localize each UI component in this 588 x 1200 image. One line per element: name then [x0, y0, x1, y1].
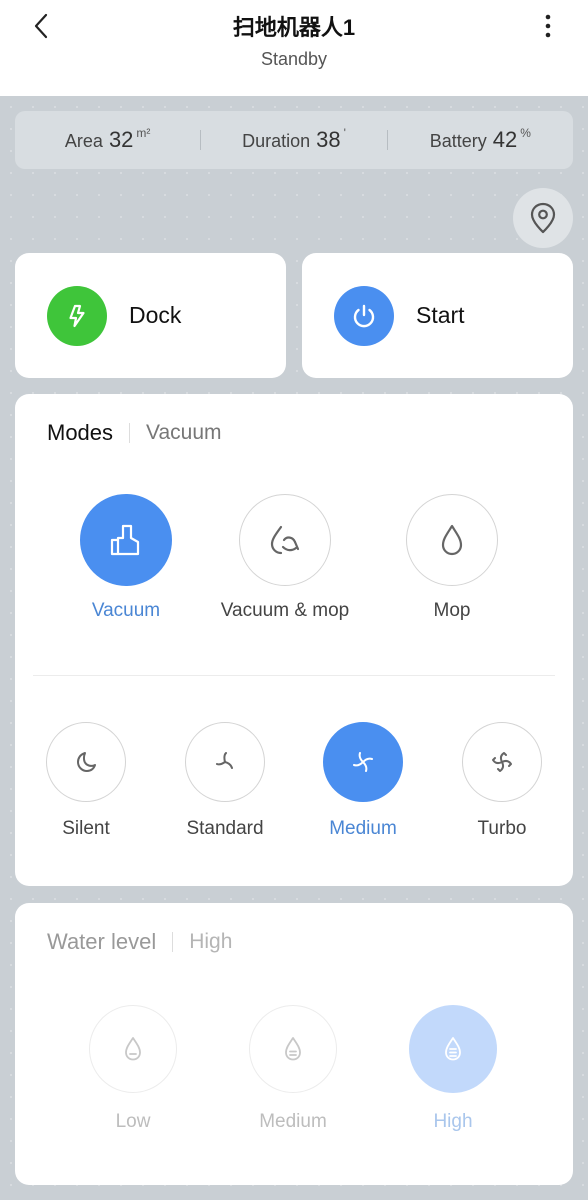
- water-label: Medium: [259, 1111, 327, 1132]
- modes-header: Modes Vacuum: [47, 420, 222, 446]
- location-pin-icon: [530, 202, 556, 234]
- water-label: High: [433, 1111, 473, 1132]
- suction-circle: [323, 722, 403, 802]
- water-option-high[interactable]: High: [403, 1005, 503, 1133]
- moon-icon: [77, 752, 96, 772]
- suction-option-standard[interactable]: Standard: [170, 722, 280, 840]
- stat-duration: Duration 38 ': [201, 126, 386, 153]
- drop-low-icon: [125, 1037, 141, 1061]
- app-header: 扫地机器人1 Standby: [0, 0, 588, 96]
- water-circle: [409, 1005, 497, 1093]
- start-button[interactable]: Start: [302, 253, 573, 378]
- dock-icon-circle: [47, 285, 107, 346]
- mode-option-vacuum-mop[interactable]: Vacuum & mop: [210, 494, 360, 622]
- suction-circle: [185, 722, 265, 802]
- mode-option-vacuum[interactable]: Vacuum: [69, 494, 183, 622]
- locate-button[interactable]: [513, 188, 573, 248]
- fan-icon: [216, 752, 233, 769]
- mode-option-mop[interactable]: Mop: [395, 494, 509, 622]
- device-status: Standby: [260, 49, 328, 69]
- water-label: Low: [115, 1111, 151, 1132]
- water-level-card: Water level High Low Medium High: [15, 903, 573, 1185]
- vacuum-mop-icon: [270, 525, 300, 555]
- modes-card: Modes Vacuum Vacuum Vacuum & mop Mop Sil…: [15, 394, 573, 886]
- water-drop-icon: [441, 524, 463, 556]
- stats-bar: Area 32 m² Duration 38 ' Battery 42 %: [15, 111, 573, 169]
- header-divider: [129, 423, 131, 443]
- fan-icon: [353, 752, 373, 772]
- suction-option-turbo[interactable]: Turbo: [452, 722, 552, 840]
- power-icon: [353, 304, 375, 327]
- mode-label: Mop: [433, 600, 471, 621]
- dock-button[interactable]: Dock: [15, 253, 286, 378]
- drop-high-icon: [445, 1037, 461, 1061]
- stat-value: 38: [316, 127, 341, 152]
- suction-circle: [46, 722, 126, 802]
- stat-label: Battery: [429, 131, 487, 151]
- lightning-icon: [69, 304, 85, 327]
- water-option-low[interactable]: Low: [83, 1005, 183, 1133]
- water-circle: [89, 1005, 177, 1093]
- suction-label: Silent: [62, 818, 110, 839]
- mode-circle: [80, 494, 172, 586]
- suction-label: Standard: [186, 818, 264, 839]
- vacuum-icon: [110, 524, 140, 556]
- stat-battery: Battery 42 %: [388, 126, 573, 153]
- header-divider: [172, 932, 174, 952]
- suction-circle: [462, 722, 542, 802]
- stat-value: 42: [492, 127, 518, 152]
- stat-value: 32: [108, 127, 134, 152]
- page-title: 扫地机器人1: [232, 15, 356, 40]
- more-vertical-icon: [545, 14, 551, 38]
- water-title: Water level: [47, 929, 157, 954]
- drop-medium-icon: [285, 1037, 301, 1061]
- stat-unit: %: [520, 126, 531, 140]
- stat-label: Area: [64, 131, 103, 151]
- start-icon-circle: [334, 285, 394, 346]
- stat-unit: m²: [136, 126, 151, 140]
- mode-label: Vacuum & mop: [220, 600, 350, 621]
- modes-title: Modes: [47, 420, 114, 445]
- water-option-medium[interactable]: Medium: [241, 1005, 345, 1133]
- suction-label: Medium: [329, 818, 397, 839]
- mode-label: Vacuum: [91, 600, 161, 621]
- fan-icon: [492, 752, 512, 772]
- mode-circle: [239, 494, 331, 586]
- suction-label: Turbo: [477, 818, 527, 839]
- modes-current: Vacuum: [146, 421, 222, 444]
- more-menu-button[interactable]: [532, 8, 564, 44]
- water-header: Water level High: [47, 929, 232, 955]
- stat-unit: ': [343, 126, 346, 140]
- water-current: High: [189, 930, 233, 953]
- stat-area: Area 32 m²: [15, 126, 200, 153]
- suction-option-silent[interactable]: Silent: [36, 722, 136, 840]
- stat-label: Duration: [242, 131, 311, 151]
- section-divider: [33, 675, 555, 676]
- dock-label: Dock: [129, 302, 182, 328]
- start-label: Start: [416, 302, 465, 328]
- mode-circle: [406, 494, 498, 586]
- suction-option-medium[interactable]: Medium: [308, 722, 418, 840]
- water-circle: [249, 1005, 337, 1093]
